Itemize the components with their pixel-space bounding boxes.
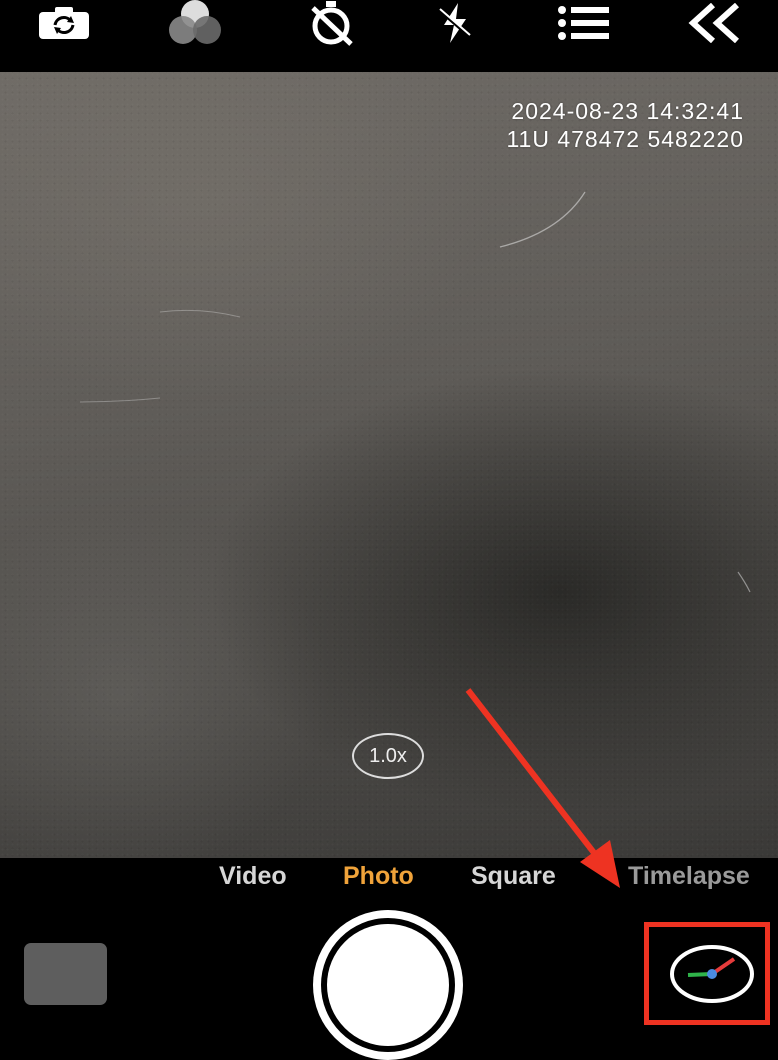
compass-button[interactable] (670, 945, 754, 1003)
zoom-button[interactable]: 1.0x (352, 733, 424, 779)
top-toolbar (0, 0, 778, 72)
geo-timestamp-overlay: 2024-08-23 14:32:41 11U 478472 5482220 (506, 97, 744, 153)
camera-viewfinder[interactable]: 2024-08-23 14:32:41 11U 478472 5482220 1… (0, 72, 778, 858)
filters-icon[interactable] (162, 0, 228, 46)
mode-selector: Video Photo Square Timelapse (0, 858, 778, 902)
mode-timelapse[interactable]: Timelapse (628, 862, 750, 891)
mode-square[interactable]: Square (471, 862, 556, 891)
timer-off-icon[interactable] (304, 0, 358, 46)
switch-camera-icon[interactable] (36, 0, 92, 46)
mode-photo[interactable]: Photo (343, 862, 414, 891)
flash-off-icon[interactable] (432, 0, 476, 46)
menu-list-icon[interactable] (556, 0, 612, 46)
mode-video[interactable]: Video (219, 862, 287, 891)
shutter-ring (321, 918, 455, 1052)
datetime-text: 2024-08-23 14:32:41 (511, 98, 744, 124)
gallery-thumbnail[interactable] (24, 943, 107, 1005)
collapse-icon[interactable] (686, 0, 742, 46)
compass-icon (670, 945, 754, 1003)
shutter-inner (327, 924, 449, 1046)
coordinates-text: 11U 478472 5482220 (506, 126, 744, 152)
shutter-button[interactable] (313, 910, 463, 1060)
